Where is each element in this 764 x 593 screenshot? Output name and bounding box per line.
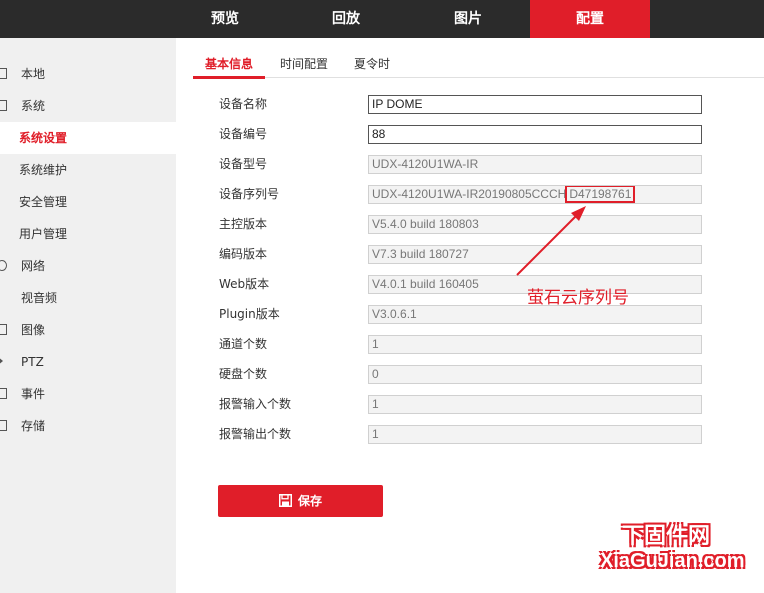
device-model-label: 设备型号	[219, 157, 268, 171]
image-icon	[0, 324, 7, 335]
sidebar-item-label: 网络	[21, 259, 46, 273]
sidebar-item-event[interactable]: 事件	[0, 378, 176, 410]
hdd-count-field: 0	[368, 365, 702, 384]
nav-preview[interactable]: 预览	[165, 0, 285, 38]
sidebar-item-label: 本地	[21, 67, 46, 81]
main-firmware-field: V5.4.0 build 180803	[368, 215, 702, 234]
watermark-title: 下固件网	[622, 524, 711, 549]
ptz-icon	[0, 356, 3, 366]
nav-configuration[interactable]: 配置	[530, 0, 650, 38]
audio-video-icon	[0, 292, 7, 303]
network-icon	[0, 260, 7, 271]
sidebar-item-ptz[interactable]: PTZ	[0, 346, 176, 378]
serial-number-label: 设备序列号	[219, 187, 280, 201]
tab-basic-info[interactable]: 基本信息	[205, 50, 253, 78]
sidebar-item-system-settings[interactable]: 系统设置	[0, 122, 176, 154]
sidebar: 本地 系统 系统设置 系统维护 安全管理 用户管理 网络 视音频 图像 PTZ …	[0, 38, 176, 593]
annotation-label: 萤石云序列号	[527, 288, 629, 308]
active-tab-indicator	[193, 76, 265, 79]
sidebar-item-label: 系统设置	[19, 131, 68, 145]
monitor-icon	[0, 68, 7, 79]
storage-icon	[0, 420, 7, 431]
tab-time-settings[interactable]: 时间配置	[280, 50, 328, 78]
main-firmware-label: 主控版本	[219, 217, 268, 231]
save-button[interactable]: 保存	[218, 485, 383, 517]
sidebar-item-label: 用户管理	[19, 227, 68, 241]
sidebar-item-label: 事件	[21, 387, 46, 401]
floppy-disk-icon	[278, 494, 292, 507]
nav-picture[interactable]: 图片	[408, 0, 528, 38]
sidebar-item-image[interactable]: 图像	[0, 314, 176, 346]
sidebar-item-system[interactable]: 系统	[0, 90, 176, 122]
sidebar-item-storage[interactable]: 存储	[0, 410, 176, 442]
sidebar-item-security[interactable]: 安全管理	[0, 186, 176, 218]
tab-dst[interactable]: 夏令时	[354, 50, 390, 78]
sidebar-item-label: 视音频	[21, 291, 58, 305]
sidebar-item-label: 系统维护	[19, 163, 68, 177]
serial-number-prefix: UDX-4120U1WA-IR20190805CCCH	[372, 187, 567, 201]
sidebar-item-audio-video[interactable]: 视音频	[0, 282, 176, 314]
alarm-input-count-field: 1	[368, 395, 702, 414]
device-name-label: 设备名称	[219, 97, 268, 111]
device-name-input[interactable]: IP DOME	[368, 95, 702, 114]
web-version-label: Web版本	[219, 277, 270, 291]
channel-count-field: 1	[368, 335, 702, 354]
device-model-field: UDX-4120U1WA-IR	[368, 155, 702, 174]
alarm-output-count-field: 1	[368, 425, 702, 444]
sidebar-item-label: 系统	[21, 99, 46, 113]
channel-count-label: 通道个数	[219, 337, 268, 351]
sidebar-item-label: 图像	[21, 323, 46, 337]
encoding-version-label: 编码版本	[219, 247, 268, 261]
watermark-url: XiaGuJian.com	[600, 550, 745, 572]
alarm-input-count-label: 报警输入个数	[219, 397, 292, 411]
sidebar-item-system-maintenance[interactable]: 系统维护	[0, 154, 176, 186]
event-icon	[0, 388, 7, 399]
plugin-version-label: Plugin版本	[219, 307, 280, 321]
sidebar-item-label: 安全管理	[19, 195, 68, 209]
nav-playback[interactable]: 回放	[286, 0, 406, 38]
device-number-label: 设备编号	[219, 127, 268, 141]
tab-divider	[193, 77, 764, 78]
sidebar-item-label: PTZ	[21, 355, 44, 369]
encoding-version-field: V7.3 build 180727	[368, 245, 702, 264]
sidebar-item-network[interactable]: 网络	[0, 250, 176, 282]
system-icon	[0, 100, 7, 111]
top-nav-bar: 预览 回放 图片 配置	[0, 0, 764, 38]
alarm-output-count-label: 报警输出个数	[219, 427, 292, 441]
sidebar-item-label: 存储	[21, 419, 46, 433]
sidebar-item-user-management[interactable]: 用户管理	[0, 218, 176, 250]
hdd-count-label: 硬盘个数	[219, 367, 268, 381]
save-button-label: 保存	[297, 494, 322, 508]
device-number-input[interactable]: 88	[368, 125, 702, 144]
serial-number-highlight: D47198761	[565, 186, 636, 203]
serial-number-field: UDX-4120U1WA-IR20190805CCCH D47198761	[368, 185, 702, 204]
sidebar-item-local[interactable]: 本地	[0, 58, 176, 90]
